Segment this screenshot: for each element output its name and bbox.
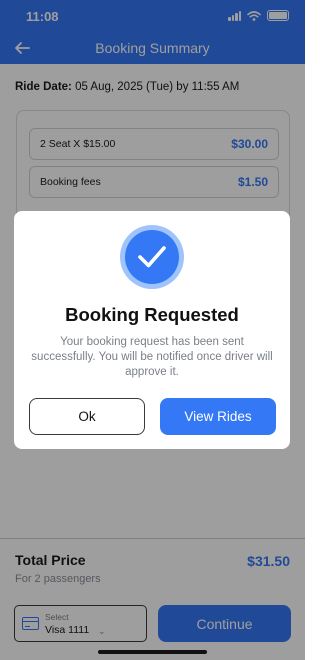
- ok-button[interactable]: Ok: [29, 398, 145, 435]
- view-rides-button[interactable]: View Rides: [160, 398, 276, 435]
- home-indicator: [98, 650, 207, 654]
- checkmark-icon: [138, 246, 166, 268]
- success-badge: [120, 225, 184, 289]
- booking-requested-dialog: Booking Requested Your booking request h…: [14, 211, 290, 449]
- dialog-message: Your booking request has been sent succe…: [31, 336, 273, 378]
- dialog-title: Booking Requested: [65, 304, 239, 325]
